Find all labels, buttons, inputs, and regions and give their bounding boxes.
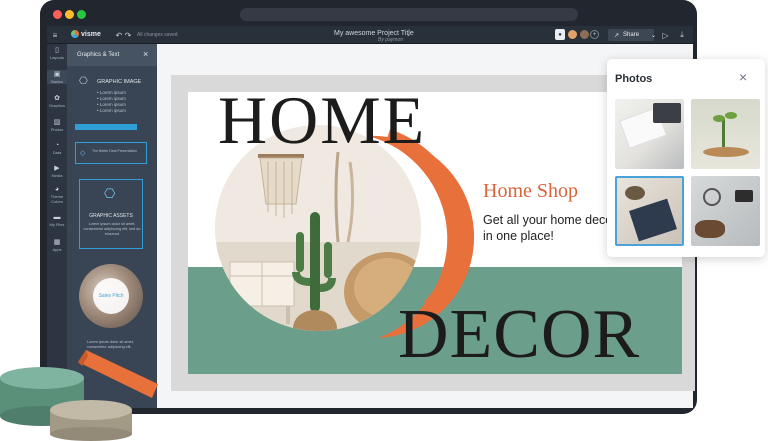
foreground-decorations <box>0 350 158 441</box>
app-stage: { "topbar": { "logo": "visme", "saved_st… <box>0 0 768 441</box>
orange-band-decoration <box>78 350 158 398</box>
tan-cylinder-decoration <box>50 400 132 441</box>
